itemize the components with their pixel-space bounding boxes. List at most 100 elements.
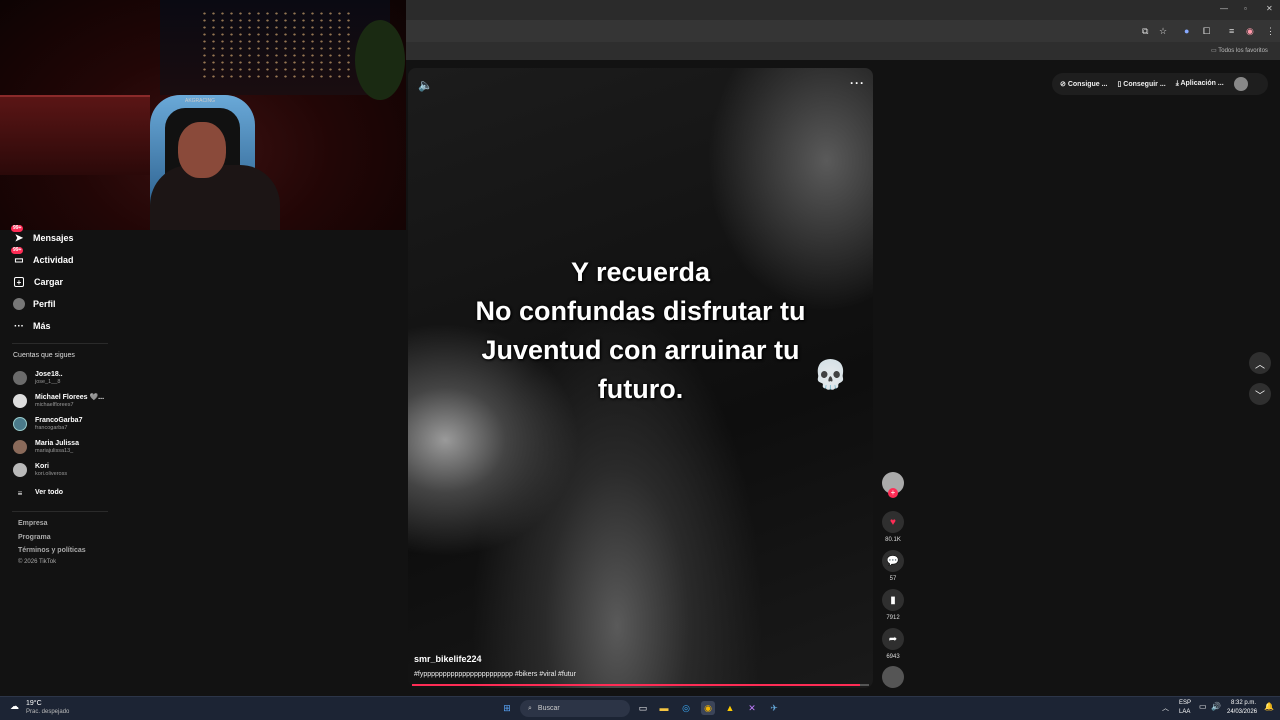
footer-link[interactable]: Términos y políticas bbox=[18, 547, 86, 554]
user-avatar[interactable] bbox=[1233, 77, 1248, 91]
sidebar-item-mensajes[interactable]: ➤ 99+ Mensajes bbox=[11, 225, 74, 247]
search-label: Buscar bbox=[537, 705, 560, 712]
account-handle: mariajulissa13_ bbox=[35, 447, 74, 454]
divider bbox=[12, 343, 108, 344]
follow-plus-icon[interactable]: + bbox=[888, 488, 898, 498]
account-name: Maria Julissa bbox=[35, 439, 79, 447]
see-all-button[interactable]: ≡ Ver todo bbox=[13, 483, 63, 503]
comment-button[interactable]: 💬 57 bbox=[880, 550, 906, 582]
top-actions-bar: ⊘ Consigue ... ▯ Conseguir ... ⤓ Aplicac… bbox=[1052, 73, 1268, 95]
following-account[interactable]: Kori kori.oliveross bbox=[13, 460, 67, 480]
share-icon: ➦ bbox=[882, 628, 904, 650]
display-icon[interactable]: ▭ bbox=[1199, 702, 1207, 711]
sidebar-item-label: Actividad bbox=[33, 255, 74, 265]
profile-icon[interactable]: ◉ bbox=[1246, 26, 1254, 37]
file-explorer-icon[interactable]: ▬ bbox=[657, 701, 671, 715]
notification-icon[interactable]: 🔔 bbox=[1264, 702, 1274, 711]
comment-icon: 💬 bbox=[882, 550, 904, 572]
following-account[interactable]: Jose18.. jose_1__8 bbox=[13, 368, 63, 388]
sidebar-item-cargar[interactable]: + Cargar bbox=[12, 273, 63, 291]
chrome-icon[interactable]: ◉ bbox=[701, 701, 715, 715]
start-icon[interactable]: ⊞ bbox=[500, 701, 514, 715]
puzzle-icon[interactable]: ⧠ bbox=[1203, 26, 1210, 37]
like-count: 80.1K bbox=[885, 537, 901, 543]
close-icon[interactable]: ✕ bbox=[1266, 4, 1273, 13]
chair-logo: AKGRACING bbox=[185, 98, 216, 104]
avatar bbox=[13, 371, 27, 385]
desk-panel bbox=[0, 95, 150, 175]
download-app-button[interactable]: ⤓ Aplicación ... bbox=[1176, 80, 1224, 88]
message-icon: ▭ 99+ bbox=[11, 247, 24, 266]
following-account[interactable]: Michael Florees 🩶... michaelflorees7 bbox=[13, 391, 104, 411]
star-icon[interactable]: ☆ bbox=[1159, 26, 1167, 37]
warning-app-icon[interactable]: ▲ bbox=[723, 701, 737, 715]
edge-icon[interactable]: ◎ bbox=[679, 701, 693, 715]
video-player[interactable]: 🔈 ··· Y recuerda No confundas disfrutar … bbox=[408, 68, 873, 688]
avatar bbox=[13, 394, 27, 408]
volume-icon[interactable]: 🔈 bbox=[418, 78, 433, 92]
video-hashtags[interactable]: #fyppppppppppppppppppppppp #bikers #vira… bbox=[414, 671, 576, 678]
pill-label: Aplicación ... bbox=[1180, 80, 1224, 87]
bookmarks-label: Todos los favoritos bbox=[1218, 48, 1268, 54]
clock-date[interactable]: 24/03/2026 bbox=[1227, 709, 1257, 715]
restore-icon[interactable]: ▫ bbox=[1244, 4, 1247, 13]
menu-icon[interactable]: ⋮ bbox=[1266, 26, 1275, 37]
comment-count: 57 bbox=[889, 576, 897, 582]
windows-taskbar: ☁ 19°C Prac. despejado ⊞ ⌕ Buscar ▭ ▬ ◎ ◉… bbox=[0, 696, 1280, 720]
footer-link[interactable]: Programa bbox=[18, 534, 51, 541]
app-icon[interactable]: ✕ bbox=[745, 701, 759, 715]
video-caption-overlay: Y recuerda No confundas disfrutar tu Juv… bbox=[408, 253, 873, 409]
account-handle: francogarba7 bbox=[35, 424, 68, 431]
sidebar-item-label: Cargar bbox=[34, 277, 64, 287]
caption-line: futuro. bbox=[597, 374, 684, 404]
more-options-icon[interactable]: ··· bbox=[850, 76, 865, 90]
sidebar-item-actividad[interactable]: ▭ 99+ Actividad bbox=[11, 247, 74, 269]
sound-avatar[interactable] bbox=[880, 666, 906, 688]
extension-icon[interactable]: ● bbox=[1184, 26, 1189, 36]
bookmarks-folder[interactable]: ▭ Todos los favoritos bbox=[1211, 47, 1268, 54]
minimize-icon[interactable]: — bbox=[1220, 4, 1228, 13]
sidebar-item-mas[interactable]: ··· Más bbox=[12, 317, 51, 335]
get-coins-button[interactable]: ⊘ Consigue ... bbox=[1060, 80, 1107, 88]
avatar bbox=[13, 463, 27, 477]
list-icon: ≡ bbox=[17, 488, 23, 498]
video-author[interactable]: smr_bikelife224 bbox=[414, 654, 482, 664]
city-lights bbox=[200, 10, 350, 80]
volume-icon[interactable]: 🔊 bbox=[1211, 702, 1221, 711]
save-button[interactable]: ▮ 7912 bbox=[880, 589, 906, 621]
following-title: Cuentas que sigues bbox=[13, 352, 75, 359]
following-account[interactable]: FrancoGarba7 francogarba7 bbox=[13, 414, 82, 434]
account-name: FrancoGarba7 bbox=[35, 416, 83, 424]
sidebar: ➤ 99+ Mensajes ▭ 99+ Actividad + Cargar Pe… bbox=[0, 225, 406, 696]
sidebar-item-perfil[interactable]: Perfil bbox=[12, 295, 56, 313]
share-button[interactable]: ➦ 6943 bbox=[880, 628, 906, 660]
share-count: 6943 bbox=[886, 654, 900, 660]
weather-icon: ☁ bbox=[10, 701, 19, 711]
steam-icon[interactable]: ✈ bbox=[767, 701, 781, 715]
next-video-button[interactable]: ﹀ bbox=[1249, 383, 1271, 405]
sidebar-item-label: Mensajes bbox=[33, 233, 74, 243]
search-icon: ⌕ bbox=[528, 704, 532, 712]
weather-temp[interactable]: 19°C bbox=[26, 700, 42, 707]
tray-chevron-icon[interactable]: ︿ bbox=[1162, 703, 1169, 713]
following-account[interactable]: Maria Julissa mariajulissa13_ bbox=[13, 437, 79, 457]
skull-emoji: 💀 bbox=[813, 359, 848, 390]
video-progress-bar[interactable] bbox=[412, 684, 869, 686]
browser-toolbar bbox=[406, 20, 1280, 42]
creator-avatar[interactable]: + bbox=[880, 472, 906, 498]
weather-desc[interactable]: Prac. despejado bbox=[26, 709, 69, 715]
footer-link[interactable]: Empresa bbox=[18, 520, 48, 527]
plus-square-icon: + bbox=[14, 277, 24, 287]
get-app-button[interactable]: ▯ Conseguir ... bbox=[1117, 80, 1165, 88]
avatar-icon bbox=[12, 297, 26, 311]
bookmarks-bar: ▭ Todos los favoritos bbox=[406, 42, 1280, 60]
language-primary[interactable]: ESP bbox=[1179, 700, 1191, 706]
language-secondary[interactable]: LAA bbox=[1179, 709, 1190, 715]
media-icon[interactable]: ≡ bbox=[1229, 26, 1234, 36]
clock-time[interactable]: 8:32 p.m. bbox=[1231, 700, 1256, 706]
previous-video-button[interactable]: ︿ bbox=[1249, 352, 1271, 374]
like-button[interactable]: ♥ 80.1K bbox=[880, 511, 906, 543]
taskbar-search[interactable]: ⌕ Buscar bbox=[520, 700, 630, 717]
task-view-icon[interactable]: ▭ bbox=[636, 701, 650, 715]
install-icon[interactable]: ⧉ bbox=[1142, 26, 1148, 37]
